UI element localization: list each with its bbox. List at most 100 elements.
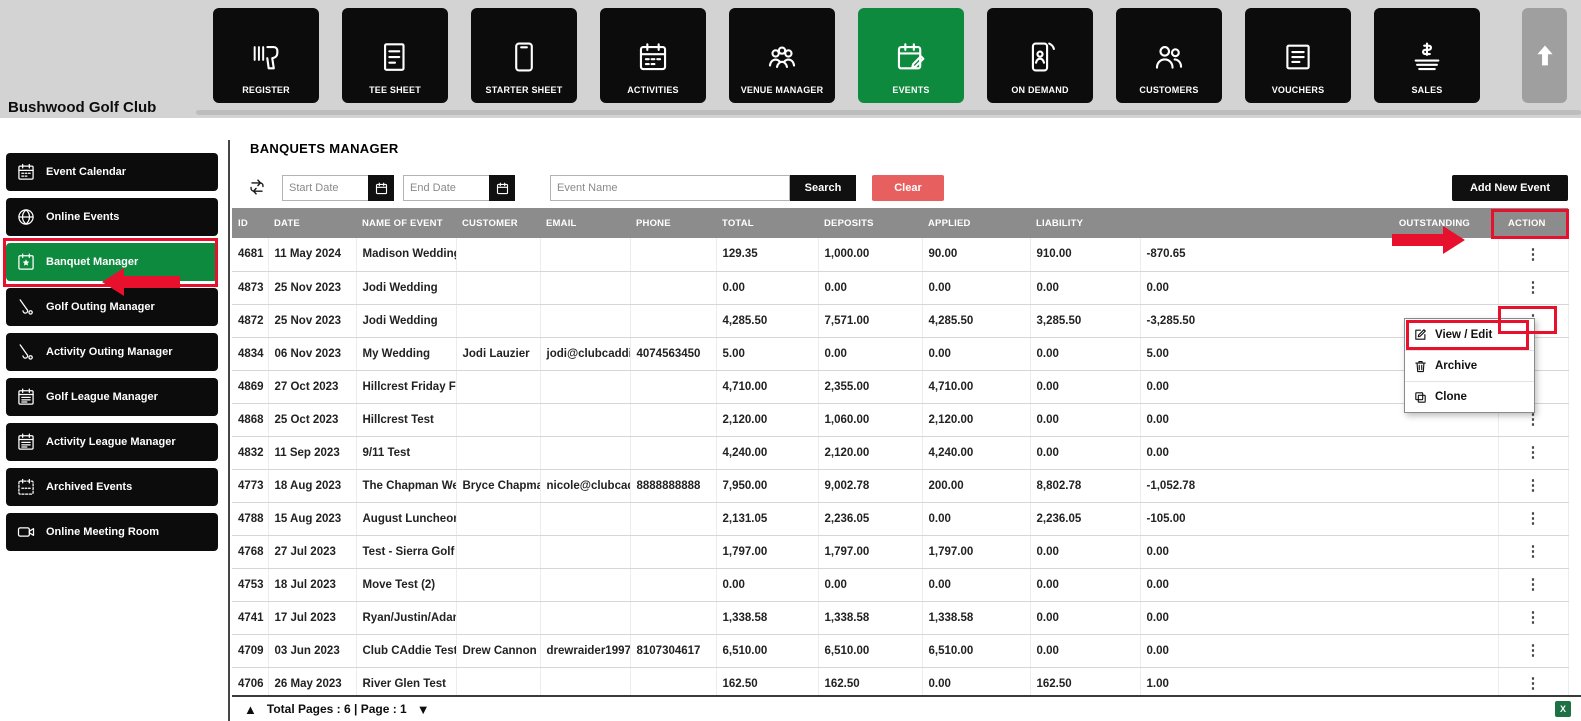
- context-menu-item-archive[interactable]: Archive: [1405, 350, 1534, 381]
- cell-name: The Chapman We: [356, 469, 457, 503]
- sidebar-item-event-calendar[interactable]: Event Calendar: [6, 153, 218, 191]
- row-actions-button[interactable]: ⋮: [1518, 278, 1549, 297]
- sidebar-item-archived-events[interactable]: Archived Events: [6, 468, 218, 506]
- cell-total: 7,950.00: [716, 469, 819, 503]
- table-row: 4869 27 Oct 2023 Hillcrest Friday Fe 4,710.…: [232, 370, 1569, 404]
- context-menu-item-label: Archive: [1435, 360, 1478, 372]
- calendar-icon: [495, 181, 510, 196]
- cell-liability: 0.00: [1030, 601, 1141, 635]
- cell-applied: 0.00: [922, 502, 1031, 536]
- cell-applied: 0.00: [922, 568, 1031, 602]
- calendar-icon: [16, 162, 36, 182]
- toolbar-button-venue-manager[interactable]: VENUE MANAGER: [729, 8, 835, 103]
- page-up-icon[interactable]: ▲: [244, 702, 257, 717]
- toolbar-button-label: TEE SHEET: [369, 85, 421, 95]
- toolbar-button-on-demand[interactable]: ON DEMAND: [987, 8, 1093, 103]
- toolbar-button-vouchers[interactable]: VOUCHERS: [1245, 8, 1351, 103]
- cell-liability: 910.00: [1030, 238, 1141, 272]
- toolbar-button-sales[interactable]: SALES: [1374, 8, 1480, 103]
- row-actions-button[interactable]: ⋮: [1518, 509, 1549, 528]
- cell-id: 4768: [232, 535, 269, 569]
- module-toolbar: REGISTER TEE SHEET STARTER SHEET ACTIVITIES…: [213, 8, 1480, 103]
- cell-outstanding: 0.00: [1140, 568, 1499, 602]
- cell-customer: [456, 238, 541, 272]
- sidebar-item-golf-league-manager[interactable]: Golf League Manager: [6, 378, 218, 416]
- cell-action: ⋮: [1498, 436, 1569, 470]
- toolbar-button-events[interactable]: EVENTS: [858, 8, 964, 103]
- row-actions-button[interactable]: ⋮: [1518, 476, 1549, 495]
- cell-outstanding: 0.00: [1140, 271, 1499, 305]
- cell-name: Hillcrest Test: [356, 403, 457, 437]
- cell-liability: 8,802.78: [1030, 469, 1141, 503]
- cell-name: Club CAddie Test: [356, 634, 457, 668]
- cell-id: 4773: [232, 469, 269, 503]
- row-actions-button[interactable]: ⋮: [1518, 245, 1549, 264]
- cell-outstanding: -1,052.78: [1140, 469, 1499, 503]
- row-actions-button[interactable]: ⋮: [1518, 542, 1549, 561]
- toolbar-button-label: STARTER SHEET: [485, 85, 563, 95]
- start-date-calendar-button[interactable]: [368, 175, 394, 201]
- calendar-edit-icon: [894, 40, 928, 74]
- toolbar-button-customers[interactable]: CUSTOMERS: [1116, 8, 1222, 103]
- search-button[interactable]: Search: [790, 175, 856, 201]
- cell-liability: 0.00: [1030, 535, 1141, 569]
- sidebar-item-label: Golf League Manager: [46, 391, 158, 403]
- cell-email: drewraider1997@: [540, 634, 631, 668]
- sidebar-item-online-meeting-room[interactable]: Online Meeting Room: [6, 513, 218, 551]
- up-arrow-icon: [1531, 42, 1559, 70]
- collapse-toolbar-button[interactable]: [1522, 8, 1567, 103]
- toolbar-button-tee-sheet[interactable]: TEE SHEET: [342, 8, 448, 103]
- globe-icon: [16, 207, 36, 227]
- context-menu-item-clone[interactable]: Clone: [1405, 381, 1534, 412]
- clear-button[interactable]: Clear: [872, 175, 944, 201]
- end-date-input[interactable]: [403, 175, 489, 201]
- sidebar-item-activity-outing-manager[interactable]: Activity Outing Manager: [6, 333, 218, 371]
- cell-applied: 4,240.00: [922, 436, 1031, 470]
- export-excel-button[interactable]: X: [1555, 701, 1571, 717]
- sidebar-item-activity-league-manager[interactable]: Activity League Manager: [6, 423, 218, 461]
- cell-total: 4,285.50: [716, 304, 819, 338]
- row-actions-button[interactable]: ⋮: [1518, 674, 1549, 693]
- cell-email: nicole@clubcaddi: [540, 469, 631, 503]
- sidebar-item-online-events[interactable]: Online Events: [6, 198, 218, 236]
- page-down-icon[interactable]: ▼: [417, 702, 430, 717]
- row-actions-button[interactable]: ⋮: [1518, 641, 1549, 660]
- column-header-outstanding: OUTSTANDING: [1140, 208, 1498, 238]
- archived-calendar-icon: [16, 477, 36, 497]
- cell-id: 4869: [232, 370, 269, 404]
- cell-id: 4834: [232, 337, 269, 371]
- cell-deposits: 1,060.00: [818, 403, 923, 437]
- cell-applied: 90.00: [922, 238, 1031, 272]
- cell-liability: 0.00: [1030, 271, 1141, 305]
- row-context-menu: View / Edit Archive Clone: [1404, 318, 1535, 413]
- cell-date: 18 Jul 2023: [268, 568, 357, 602]
- cell-phone: [630, 568, 717, 602]
- column-header-customer: CUSTOMER: [456, 208, 540, 238]
- refresh-button[interactable]: [244, 175, 270, 201]
- voucher-icon: [1281, 40, 1315, 74]
- row-actions-button[interactable]: ⋮: [1518, 608, 1549, 627]
- cell-email: [540, 403, 631, 437]
- golf-club-icon: [16, 297, 36, 317]
- sidebar-item-golf-outing-manager[interactable]: Golf Outing Manager: [6, 288, 218, 326]
- event-name-input[interactable]: [550, 175, 790, 201]
- toolbar-button-activities[interactable]: ACTIVITIES: [600, 8, 706, 103]
- toolbar-button-register[interactable]: REGISTER: [213, 8, 319, 103]
- row-actions-button[interactable]: ⋮: [1518, 575, 1549, 594]
- cell-email: [540, 304, 631, 338]
- start-date-input[interactable]: [282, 175, 368, 201]
- sidebar-item-banquet-manager[interactable]: Banquet Manager: [6, 243, 218, 281]
- list-calendar-icon: [16, 432, 36, 452]
- context-menu-item-view-edit[interactable]: View / Edit: [1405, 319, 1534, 350]
- cell-name: Hillcrest Friday Fe: [356, 370, 457, 404]
- toolbar-button-starter-sheet[interactable]: STARTER SHEET: [471, 8, 577, 103]
- table-row: 4834 06 Nov 2023 My Wedding Jodi Lauzier jod…: [232, 337, 1569, 371]
- edit-icon: [1413, 327, 1428, 342]
- end-date-calendar-button[interactable]: [489, 175, 515, 201]
- row-actions-button[interactable]: ⋮: [1518, 443, 1549, 462]
- add-new-event-button[interactable]: Add New Event: [1452, 175, 1568, 201]
- cell-customer: [456, 436, 541, 470]
- column-header-liability: LIABILITY: [1030, 208, 1140, 238]
- cell-total: 5.00: [716, 337, 819, 371]
- cell-outstanding: 0.00: [1140, 634, 1499, 668]
